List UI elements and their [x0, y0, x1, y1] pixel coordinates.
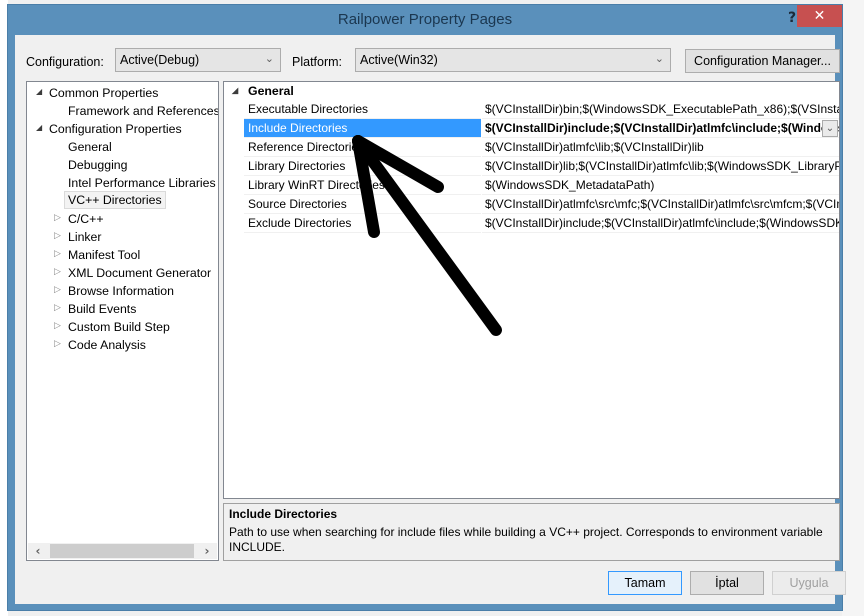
expander-open-icon[interactable]: ◢ — [36, 87, 42, 96]
configuration-combo[interactable]: Active(Debug) ⌄ — [115, 48, 281, 72]
tree-item[interactable]: VC++ Directories — [64, 191, 166, 209]
tree-item[interactable]: XML Document Generator — [68, 264, 211, 282]
tree-item[interactable]: Configuration Properties — [49, 120, 182, 138]
property-name[interactable]: Source Directories — [244, 195, 481, 214]
tree-item-label: XML Document Generator — [68, 266, 212, 280]
property-value[interactable]: $(VCInstallDir)atlmfc\src\mfc;$(VCInstal… — [482, 195, 839, 214]
tree-item-label: C/C++ — [68, 212, 104, 226]
chevron-down-icon: ⌄ — [654, 53, 664, 65]
property-grid: ◢ General Executable Directories $(VCInst… — [223, 81, 840, 499]
tree-item[interactable]: Intel Performance Libraries — [68, 174, 216, 192]
property-name[interactable]: Reference Directories — [244, 138, 481, 157]
expander-open-icon[interactable]: ◢ — [232, 82, 238, 100]
configuration-manager-button[interactable]: Configuration Manager... — [685, 49, 840, 73]
dialog-client: Configuration: Active(Debug) ⌄ Platform:… — [15, 35, 846, 604]
horizontal-scrollbar[interactable]: ‹ › — [28, 543, 217, 559]
tree-item[interactable]: Common Properties — [49, 84, 158, 102]
property-row[interactable]: Executable Directories $(VCInstallDir)bin… — [224, 100, 839, 119]
platform-combo[interactable]: Active(Win32) ⌄ — [355, 48, 671, 72]
tree-item-label: Build Events — [68, 302, 137, 316]
property-tree[interactable]: Common Properties ◢ Framework and Referenc… — [26, 81, 219, 561]
scroll-right-icon[interactable]: › — [199, 543, 215, 559]
property-name[interactable]: Include Directories — [244, 119, 481, 138]
property-row[interactable]: Include Directories $(VCInstallDir)includ… — [224, 119, 839, 138]
category-general[interactable]: ◢ General — [224, 82, 839, 100]
tree-item-label: VC++ Directories — [68, 193, 162, 207]
property-value[interactable]: $(VCInstallDir)lib;$(VCInstallDir)atlmfc… — [482, 157, 839, 176]
tree-item-label: Debugging — [68, 158, 128, 172]
expander-closed-icon[interactable]: ▷ — [54, 339, 61, 349]
property-value[interactable]: $(VCInstallDir)include;$(VCInstallDir)at… — [482, 214, 839, 233]
scroll-left-icon[interactable]: ‹ — [30, 543, 46, 559]
ok-button[interactable]: Tamam — [608, 571, 682, 595]
tree-item-label: Configuration Properties — [49, 122, 182, 136]
tree-item[interactable]: Custom Build Step — [68, 318, 170, 336]
tree-item[interactable]: Build Events — [68, 300, 136, 318]
expander-closed-icon[interactable]: ▷ — [54, 249, 61, 259]
tree-item-label: General — [68, 140, 112, 154]
background-app-right — [842, 0, 864, 616]
expander-closed-icon[interactable]: ▷ — [54, 303, 61, 313]
property-row[interactable]: Reference Directories $(VCInstallDir)atlm… — [224, 138, 839, 157]
configuration-label: Configuration: — [26, 55, 104, 69]
property-pages-dialog: Railpower Property Pages ? ✕ Configurati… — [7, 4, 846, 611]
expander-closed-icon[interactable]: ▷ — [54, 321, 61, 331]
expander-open-icon[interactable]: ◢ — [36, 123, 42, 132]
chevron-down-icon: ⌄ — [264, 53, 274, 65]
expander-closed-icon[interactable]: ▷ — [54, 231, 61, 241]
tree-item[interactable]: C/C++ — [68, 210, 104, 228]
description-panel: Include Directories Path to use when sea… — [223, 503, 840, 561]
tree-item[interactable]: Linker — [68, 228, 102, 246]
apply-button[interactable]: Uygula — [772, 571, 846, 595]
property-name[interactable]: Executable Directories — [244, 100, 481, 119]
tree-item-label: Manifest Tool — [68, 248, 141, 262]
property-value[interactable]: $(WindowsSDK_MetadataPath) — [482, 176, 839, 195]
tree-item[interactable]: General — [68, 138, 112, 156]
tree-item[interactable]: Manifest Tool — [68, 246, 140, 264]
expander-closed-icon[interactable]: ▷ — [54, 213, 61, 223]
cancel-button[interactable]: İptal — [690, 571, 764, 595]
property-row[interactable]: Library Directories $(VCInstallDir)lib;$(… — [224, 157, 839, 176]
window-title: Railpower Property Pages — [337, 11, 513, 28]
tree-item[interactable]: Code Analysis — [68, 336, 146, 354]
property-value[interactable]: $(VCInstallDir)atlmfc\lib;$(VCInstallDir… — [482, 138, 839, 157]
property-row[interactable]: Library WinRT Directories $(WindowsSDK_Me… — [224, 176, 839, 195]
tree-item[interactable]: Browse Information — [68, 282, 174, 300]
tree-item-label: Intel Performance Libraries — [68, 176, 216, 190]
tree-item-label: Common Properties — [49, 86, 159, 100]
category-label: General — [248, 84, 294, 98]
platform-value: Active(Win32) — [360, 53, 438, 67]
tree-item-label: Code Analysis — [68, 338, 146, 352]
value-dropdown-button[interactable]: ⌄ — [822, 120, 838, 137]
property-name[interactable]: Library Directories — [244, 157, 481, 176]
expander-closed-icon[interactable]: ▷ — [54, 267, 61, 277]
tree-item-label: Linker — [68, 230, 102, 244]
description-title: Include Directories — [229, 507, 338, 521]
close-button[interactable]: ✕ — [797, 5, 842, 27]
property-name[interactable]: Exclude Directories — [244, 214, 481, 233]
property-value[interactable]: $(VCInstallDir)include;$(VCInstallDir)at… — [482, 119, 839, 138]
property-row[interactable]: Exclude Directories $(VCInstallDir)includ… — [224, 214, 839, 233]
platform-label: Platform: — [292, 55, 343, 69]
tree-item-label: Framework and References — [68, 104, 219, 118]
tree-item-label: Browse Information — [68, 284, 174, 298]
property-name[interactable]: Library WinRT Directories — [244, 176, 481, 195]
tree-item[interactable]: Framework and References — [68, 102, 219, 120]
description-text: Path to use when searching for include f… — [229, 525, 823, 554]
expander-closed-icon[interactable]: ▷ — [54, 285, 61, 295]
tree-item[interactable]: Debugging — [68, 156, 128, 174]
title-bar[interactable]: Railpower Property Pages ? ✕ — [8, 5, 842, 35]
property-row[interactable]: Source Directories $(VCInstallDir)atlmfc\… — [224, 195, 839, 214]
tree-item-label: Custom Build Step — [68, 320, 170, 334]
configuration-value: Active(Debug) — [120, 53, 200, 67]
scrollbar-thumb[interactable] — [50, 544, 194, 558]
property-value[interactable]: $(VCInstallDir)bin;$(WindowsSDK_Executab… — [482, 100, 839, 119]
